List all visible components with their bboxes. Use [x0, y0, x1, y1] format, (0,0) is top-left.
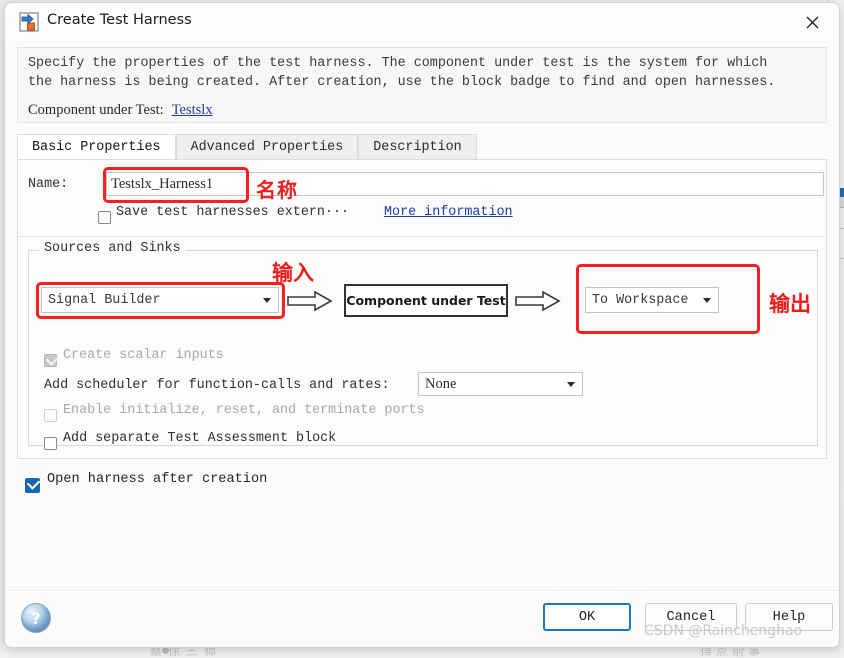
sources-and-sinks-title: Sources and Sinks — [39, 241, 186, 256]
source-dropdown-value: Signal Builder — [48, 292, 161, 308]
sink-dropdown[interactable]: To Workspace — [585, 287, 719, 313]
description-line-2: the harness is being created. After crea… — [28, 75, 776, 90]
panel-separator — [19, 236, 827, 237]
add-test-assessment-checkbox[interactable] — [44, 437, 57, 450]
component-under-test-label: Component under Test: — [28, 102, 164, 118]
component-under-test-block: Component under Test — [344, 284, 508, 317]
chevron-down-icon — [567, 382, 575, 387]
enable-init-reset-terminate-label: Enable initialize, reset, and terminate … — [63, 403, 425, 418]
ok-button[interactable]: OK — [543, 603, 631, 631]
tab-bar: Basic Properties Advanced Properties Des… — [17, 134, 827, 160]
description-line-1: Specify the properties of the test harne… — [28, 56, 768, 71]
create-scalar-inputs-label: Create scalar inputs — [63, 348, 224, 363]
dialog-title: Create Test Harness — [47, 12, 192, 28]
tab-description[interactable]: Description — [358, 134, 477, 160]
scheduler-label: Add scheduler for function-calls and rat… — [44, 378, 390, 393]
chevron-down-icon — [263, 298, 271, 303]
dialog-titlebar: Create Test Harness — [5, 3, 839, 41]
create-test-harness-dialog: Create Test Harness Specify the properti… — [4, 2, 840, 648]
sink-dropdown-value: To Workspace — [592, 292, 689, 308]
sources-and-sinks-group: Sources and Sinks Signal Builder 输入 Comp… — [28, 241, 818, 450]
scheduler-dropdown-value: None — [425, 375, 457, 392]
enable-init-reset-terminate-checkbox — [44, 409, 57, 422]
tab-advanced-properties[interactable]: Advanced Properties — [175, 134, 359, 160]
screen: 蔡徐三师 得点前事 Create Test Harness Specify th… — [0, 0, 844, 658]
flow-arrow-in-icon — [287, 290, 333, 317]
check-icon — [26, 476, 41, 490]
more-information-link[interactable]: More information — [384, 205, 513, 220]
annotation-output-label: 输出 — [769, 292, 811, 316]
help-icon[interactable]: ? — [21, 603, 51, 633]
save-extern-checkbox[interactable] — [98, 211, 111, 224]
tab-basic-properties[interactable]: Basic Properties — [17, 134, 176, 160]
create-scalar-inputs-checkbox — [44, 352, 60, 367]
component-under-test-link[interactable]: Testslx — [172, 102, 213, 118]
simulink-harness-icon — [19, 12, 39, 32]
harness-name-input[interactable] — [106, 172, 824, 196]
open-harness-checkbox[interactable] — [25, 476, 41, 493]
cancel-button[interactable]: Cancel — [645, 603, 737, 631]
component-under-test-row: Component under Test: Testslx — [28, 102, 213, 119]
close-icon[interactable] — [795, 9, 829, 35]
dialog-footer: ? OK Cancel Help — [5, 590, 839, 647]
annotation-input-label: 输入 — [272, 261, 314, 285]
source-dropdown[interactable]: Signal Builder — [41, 287, 279, 313]
description-panel: Specify the properties of the test harne… — [17, 47, 827, 123]
help-button[interactable]: Help — [745, 603, 833, 631]
scheduler-dropdown[interactable]: None — [418, 372, 583, 396]
save-extern-label: Save test harnesses extern··· — [116, 205, 350, 220]
basic-properties-panel: Name: 名称 Save test harnesses extern··· M… — [17, 159, 827, 459]
chevron-down-icon — [703, 298, 711, 303]
add-test-assessment-label: Add separate Test Assessment block — [63, 431, 337, 446]
annotation-name-label: 名称 — [256, 178, 298, 202]
open-harness-label: Open harness after creation — [47, 472, 268, 487]
check-icon — [45, 352, 60, 366]
flow-arrow-out-icon — [515, 290, 561, 317]
name-label: Name: — [28, 177, 69, 192]
